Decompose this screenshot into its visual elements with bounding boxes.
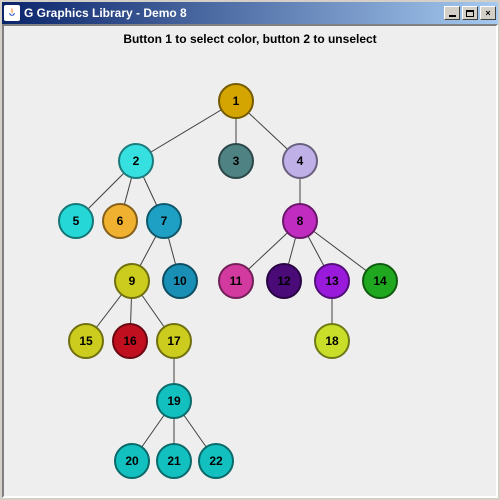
minimize-button[interactable] <box>444 6 460 20</box>
tree-node-label: 5 <box>73 214 80 228</box>
tree-node-label: 14 <box>373 274 387 288</box>
tree-node-2[interactable]: 2 <box>119 144 153 178</box>
tree-node-9[interactable]: 9 <box>115 264 149 298</box>
tree-node-label: 6 <box>117 214 124 228</box>
canvas-area[interactable]: Button 1 to select color, button 2 to un… <box>2 24 498 498</box>
maximize-button[interactable] <box>462 6 478 20</box>
tree-node-8[interactable]: 8 <box>283 204 317 238</box>
tree-node-17[interactable]: 17 <box>157 324 191 358</box>
titlebar[interactable]: G Graphics Library - Demo 8 × <box>2 2 498 24</box>
tree-node-22[interactable]: 22 <box>199 444 233 478</box>
tree-node-5[interactable]: 5 <box>59 204 93 238</box>
tree-node-label: 12 <box>277 274 291 288</box>
tree-node-label: 17 <box>167 334 181 348</box>
tree-node-label: 21 <box>167 454 181 468</box>
java-icon <box>4 5 20 21</box>
tree-node-19[interactable]: 19 <box>157 384 191 418</box>
tree-node-18[interactable]: 18 <box>315 324 349 358</box>
tree-node-label: 16 <box>123 334 137 348</box>
app-window: G Graphics Library - Demo 8 × Button 1 t… <box>0 0 500 500</box>
tree-graph: 12345678910111213141516171819202122 <box>4 26 496 496</box>
close-button[interactable]: × <box>480 6 496 20</box>
tree-node-label: 10 <box>173 274 187 288</box>
tree-node-6[interactable]: 6 <box>103 204 137 238</box>
tree-node-label: 9 <box>129 274 136 288</box>
tree-node-16[interactable]: 16 <box>113 324 147 358</box>
tree-node-13[interactable]: 13 <box>315 264 349 298</box>
tree-node-12[interactable]: 12 <box>267 264 301 298</box>
tree-node-label: 8 <box>297 214 304 228</box>
tree-node-label: 13 <box>325 274 339 288</box>
tree-node-label: 1 <box>233 94 240 108</box>
window-title: G Graphics Library - Demo 8 <box>24 6 442 20</box>
tree-node-14[interactable]: 14 <box>363 264 397 298</box>
tree-node-label: 11 <box>230 274 243 288</box>
tree-node-11[interactable]: 11 <box>219 264 253 298</box>
tree-node-1[interactable]: 1 <box>219 84 253 118</box>
tree-node-label: 15 <box>79 334 93 348</box>
tree-node-21[interactable]: 21 <box>157 444 191 478</box>
tree-node-label: 19 <box>167 394 181 408</box>
tree-node-label: 4 <box>297 154 304 168</box>
tree-node-label: 7 <box>161 214 168 228</box>
tree-node-label: 20 <box>125 454 139 468</box>
tree-node-4[interactable]: 4 <box>283 144 317 178</box>
tree-node-20[interactable]: 20 <box>115 444 149 478</box>
tree-node-label: 22 <box>209 454 223 468</box>
tree-node-15[interactable]: 15 <box>69 324 103 358</box>
tree-node-3[interactable]: 3 <box>219 144 253 178</box>
tree-node-7[interactable]: 7 <box>147 204 181 238</box>
tree-node-label: 2 <box>133 154 140 168</box>
tree-node-label: 18 <box>325 334 339 348</box>
tree-node-label: 3 <box>233 154 240 168</box>
tree-node-10[interactable]: 10 <box>163 264 197 298</box>
